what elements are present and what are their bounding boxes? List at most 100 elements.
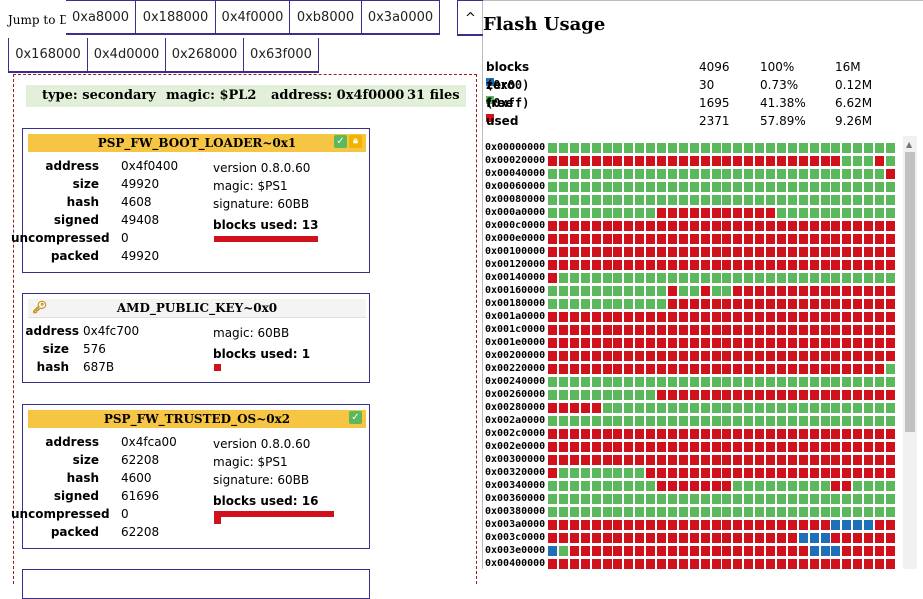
flash-block[interactable] (733, 364, 743, 374)
flash-block[interactable] (766, 546, 775, 556)
flash-block[interactable] (831, 468, 841, 478)
flash-block[interactable] (842, 351, 852, 361)
flash-block[interactable] (885, 377, 895, 387)
flash-block[interactable] (569, 494, 579, 504)
flash-block[interactable] (667, 299, 677, 309)
flash-block[interactable] (635, 208, 645, 218)
flash-block[interactable] (755, 442, 765, 452)
flash-block[interactable] (624, 247, 634, 257)
flash-block[interactable] (776, 481, 786, 491)
flash-block[interactable] (678, 468, 688, 478)
flash-block[interactable] (558, 182, 568, 192)
flash-block[interactable] (766, 143, 775, 153)
flash-block[interactable] (842, 390, 852, 400)
flash-block[interactable] (602, 286, 612, 296)
flash-block[interactable] (700, 195, 710, 205)
flash-block[interactable] (613, 390, 623, 400)
flash-block[interactable] (624, 299, 634, 309)
flash-block[interactable] (657, 143, 666, 153)
flash-block[interactable] (613, 143, 623, 153)
flash-block[interactable] (798, 338, 808, 348)
flash-block[interactable] (722, 403, 732, 413)
flash-block[interactable] (842, 494, 852, 504)
flash-block[interactable] (548, 195, 557, 205)
flash-block[interactable] (678, 325, 688, 335)
flash-block[interactable] (646, 559, 656, 569)
flash-block[interactable] (875, 455, 884, 465)
flash-block[interactable] (667, 390, 677, 400)
flash-block[interactable] (635, 533, 645, 543)
flash-block[interactable] (776, 403, 786, 413)
flash-block[interactable] (569, 455, 579, 465)
flash-block[interactable] (755, 364, 765, 374)
flash-block[interactable] (613, 377, 623, 387)
flash-block[interactable] (689, 221, 699, 231)
flash-block[interactable] (853, 182, 863, 192)
flash-block[interactable] (766, 208, 775, 218)
flash-block[interactable] (831, 260, 841, 270)
flash-block[interactable] (558, 533, 568, 543)
flash-block[interactable] (580, 286, 590, 296)
flash-block[interactable] (744, 442, 754, 452)
flash-block[interactable] (580, 195, 590, 205)
flash-block[interactable] (766, 273, 775, 283)
flash-block[interactable] (700, 559, 710, 569)
flash-block[interactable] (885, 546, 895, 556)
flash-block[interactable] (820, 403, 830, 413)
flash-block[interactable] (635, 364, 645, 374)
flash-block[interactable] (842, 481, 852, 491)
flash-block[interactable] (602, 559, 612, 569)
flash-block[interactable] (809, 520, 819, 530)
flash-block[interactable] (744, 403, 754, 413)
flash-block[interactable] (831, 546, 841, 556)
flash-block[interactable] (678, 208, 688, 218)
flash-block[interactable] (624, 494, 634, 504)
flash-block[interactable] (657, 156, 666, 166)
flash-block[interactable] (613, 533, 623, 543)
flash-block[interactable] (755, 507, 765, 517)
flash-block[interactable] (842, 455, 852, 465)
flash-block[interactable] (689, 442, 699, 452)
flash-block[interactable] (700, 494, 710, 504)
flash-block[interactable] (755, 533, 765, 543)
flash-block[interactable] (657, 286, 666, 296)
flash-block[interactable] (853, 520, 863, 530)
flash-block[interactable] (853, 403, 863, 413)
flash-block[interactable] (580, 377, 590, 387)
flash-block[interactable] (787, 442, 797, 452)
flash-block[interactable] (711, 143, 721, 153)
flash-block[interactable] (776, 156, 786, 166)
flash-block[interactable] (733, 169, 743, 179)
flash-block[interactable] (820, 507, 830, 517)
flash-block[interactable] (602, 377, 612, 387)
flash-block[interactable] (602, 494, 612, 504)
flash-block[interactable] (602, 234, 612, 244)
flash-block[interactable] (548, 390, 557, 400)
flash-block[interactable] (831, 533, 841, 543)
entry-psp-fw-boot-loader[interactable]: PSP_FW_BOOT_LOADER~0x1 ✓ 🔒︎ address 0x4f… (11, 128, 370, 273)
flash-block[interactable] (657, 247, 666, 257)
flash-block[interactable] (831, 377, 841, 387)
flash-block[interactable] (842, 286, 852, 296)
flash-block[interactable] (635, 260, 645, 270)
flash-block[interactable] (689, 546, 699, 556)
flash-block[interactable] (809, 481, 819, 491)
flash-block[interactable] (755, 273, 765, 283)
flash-block[interactable] (776, 507, 786, 517)
flash-block[interactable] (678, 312, 688, 322)
flash-block[interactable] (733, 143, 743, 153)
flash-block[interactable] (548, 429, 557, 439)
flash-block[interactable] (864, 494, 874, 504)
flash-block[interactable] (657, 520, 666, 530)
flash-block[interactable] (809, 143, 819, 153)
flash-block[interactable] (875, 208, 884, 218)
flash-block[interactable] (776, 494, 786, 504)
flash-block[interactable] (766, 195, 775, 205)
flash-block[interactable] (766, 494, 775, 504)
flash-block[interactable] (885, 468, 895, 478)
flash-block[interactable] (798, 533, 808, 543)
flash-block[interactable] (678, 377, 688, 387)
flash-block[interactable] (646, 182, 656, 192)
flash-block[interactable] (624, 429, 634, 439)
flash-block[interactable] (711, 260, 721, 270)
